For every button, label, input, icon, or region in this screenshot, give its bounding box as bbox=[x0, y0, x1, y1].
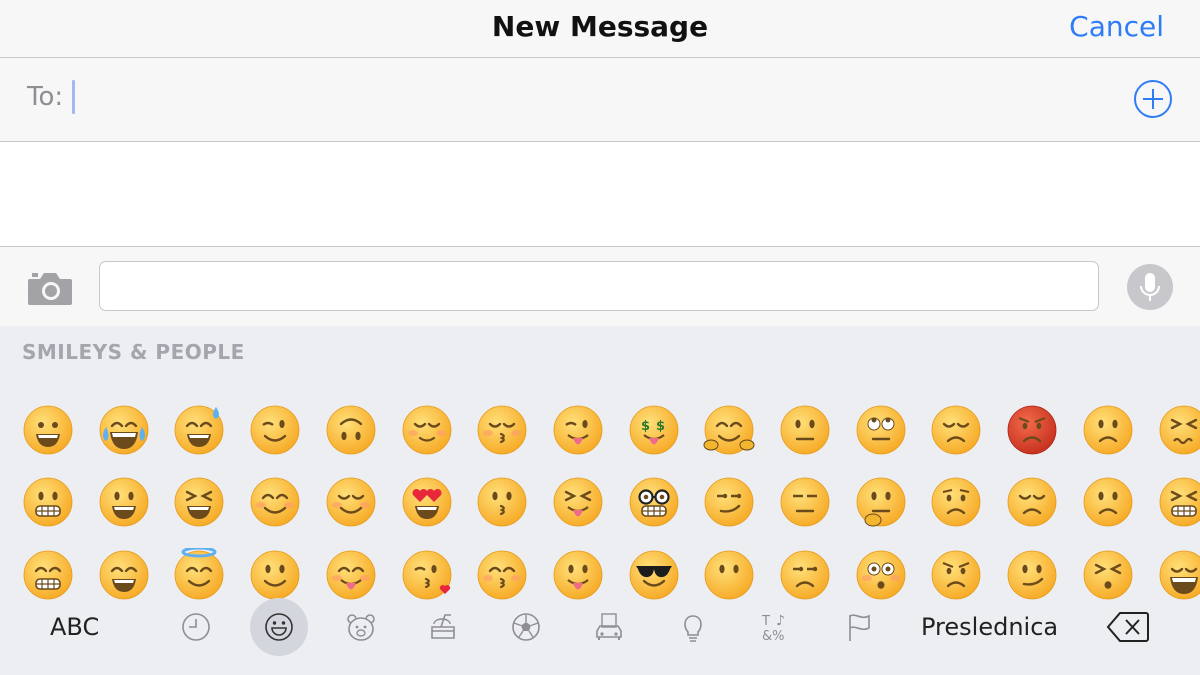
slightly-frowning-face-emoji[interactable] bbox=[1081, 403, 1135, 457]
smirking-face-emoji[interactable] bbox=[702, 475, 756, 529]
face-with-stuck-out-tongue-emoji[interactable] bbox=[551, 548, 605, 602]
keyboard-bottom-row: ABC T ♪ &% Preslednica bbox=[0, 596, 1200, 675]
svg-text:$: $ bbox=[656, 419, 665, 434]
disappointed-face-emoji[interactable] bbox=[929, 403, 983, 457]
smiling-face-emoji[interactable] bbox=[324, 475, 378, 529]
frowning-face-emoji[interactable] bbox=[1081, 475, 1135, 529]
symbols-icon[interactable]: T ♪ &% bbox=[756, 607, 796, 647]
svg-text:$: $ bbox=[641, 419, 650, 434]
thinking-face-emoji[interactable] bbox=[854, 475, 908, 529]
abc-key[interactable]: ABC bbox=[50, 613, 99, 641]
weary-face-emoji[interactable] bbox=[1157, 548, 1200, 602]
tired-face-emoji[interactable] bbox=[1081, 548, 1135, 602]
persevering-face-emoji[interactable] bbox=[1157, 475, 1200, 529]
soccer-ball-icon[interactable] bbox=[506, 607, 546, 647]
money-mouth-face-emoji[interactable]: $ $ bbox=[627, 403, 681, 457]
smiling-face-with-open-mouth-and-cold-sweat-emoji[interactable] bbox=[172, 403, 226, 457]
delete-icon[interactable] bbox=[1106, 610, 1150, 644]
smiling-face-with-open-mouth-and-smiling-eyes-emoji[interactable] bbox=[97, 548, 151, 602]
hugging-face-emoji[interactable] bbox=[702, 403, 756, 457]
face-with-stuck-out-tongue-and-tightly-closed-eyes-emoji[interactable] bbox=[551, 475, 605, 529]
face-without-mouth-emoji[interactable] bbox=[702, 548, 756, 602]
smiling-face-with-sunglasses-emoji[interactable] bbox=[627, 548, 681, 602]
worried-face-emoji[interactable] bbox=[929, 475, 983, 529]
kissing-face-with-smiling-eyes-emoji[interactable] bbox=[475, 548, 529, 602]
clock-icon[interactable] bbox=[176, 607, 216, 647]
bear-icon[interactable] bbox=[341, 607, 381, 647]
food-icon[interactable] bbox=[423, 607, 463, 647]
recipient-input[interactable] bbox=[68, 76, 1112, 122]
svg-text:♪: ♪ bbox=[776, 613, 785, 629]
plus-circle-icon[interactable] bbox=[1133, 79, 1173, 119]
face-throwing-a-kiss-emoji[interactable] bbox=[400, 548, 454, 602]
unamused-face-emoji[interactable] bbox=[778, 548, 832, 602]
building-icon[interactable] bbox=[589, 607, 629, 647]
smiling-face-with-open-mouth-emoji[interactable] bbox=[97, 475, 151, 529]
grinning-face-emoji[interactable] bbox=[21, 403, 75, 457]
slightly-smiling-face-emoji[interactable] bbox=[248, 548, 302, 602]
face-savouring-delicious-food-emoji[interactable] bbox=[324, 548, 378, 602]
flushed-face-emoji[interactable] bbox=[854, 548, 908, 602]
smiling-face-with-open-mouth-and-tightly-closed-eyes-emoji[interactable] bbox=[172, 475, 226, 529]
emoji-grid: $ $ bbox=[0, 378, 1200, 600]
kissing-face-emoji[interactable] bbox=[475, 475, 529, 529]
face-with-stuck-out-tongue-and-winking-eye-emoji[interactable] bbox=[551, 403, 605, 457]
svg-text:T: T bbox=[761, 614, 770, 629]
lightbulb-icon[interactable] bbox=[673, 607, 713, 647]
cancel-button[interactable]: Cancel bbox=[1069, 10, 1164, 43]
upside-down-face-emoji[interactable] bbox=[324, 403, 378, 457]
camera-icon[interactable] bbox=[26, 269, 74, 307]
face-with-rolling-eyes-emoji[interactable] bbox=[854, 403, 908, 457]
navigation-bar: New Message Cancel bbox=[0, 0, 1200, 58]
svg-text:&%: &% bbox=[762, 629, 785, 644]
expressionless-face-emoji[interactable] bbox=[778, 475, 832, 529]
grimacing-face-emoji[interactable] bbox=[21, 475, 75, 529]
message-field[interactable] bbox=[99, 261, 1099, 311]
winking-face-emoji[interactable] bbox=[248, 403, 302, 457]
text-caret bbox=[72, 80, 75, 114]
emoji-keyboard: SMILEYS & PEOPLE $ $ ABC T ♪ &% Presledn… bbox=[0, 326, 1200, 675]
page-title: New Message bbox=[491, 10, 709, 43]
smiley-icon[interactable] bbox=[259, 607, 299, 647]
nerd-face-emoji[interactable] bbox=[627, 475, 681, 529]
keyboard-section-title: SMILEYS & PEOPLE bbox=[22, 340, 245, 364]
smiling-face-with-smiling-eyes-emoji[interactable] bbox=[248, 475, 302, 529]
to-label: To: bbox=[27, 82, 64, 112]
space-key[interactable]: Preslednica bbox=[921, 613, 1058, 641]
confounded-face-emoji[interactable] bbox=[1157, 403, 1200, 457]
neutral-face-emoji[interactable] bbox=[778, 403, 832, 457]
pouting-face-emoji[interactable] bbox=[1005, 403, 1059, 457]
confused-face-emoji[interactable] bbox=[1005, 548, 1059, 602]
message-input-bar bbox=[0, 246, 1200, 327]
microphone-icon[interactable] bbox=[1127, 264, 1173, 310]
recipient-row: To: bbox=[0, 58, 1200, 142]
grinning-face-with-smiling-eyes-emoji[interactable] bbox=[21, 548, 75, 602]
face-with-tears-of-joy-emoji[interactable] bbox=[97, 403, 151, 457]
smiling-face-with-heart-shaped-eyes-emoji[interactable] bbox=[400, 475, 454, 529]
message-body-area bbox=[0, 142, 1200, 246]
angry-face-emoji[interactable] bbox=[929, 548, 983, 602]
kissing-face-with-closed-eyes-emoji[interactable] bbox=[475, 403, 529, 457]
flag-icon[interactable] bbox=[839, 607, 879, 647]
relieved-face-emoji[interactable] bbox=[400, 403, 454, 457]
pensive-face-emoji[interactable] bbox=[1005, 475, 1059, 529]
smiling-face-with-halo-emoji[interactable] bbox=[172, 548, 226, 602]
